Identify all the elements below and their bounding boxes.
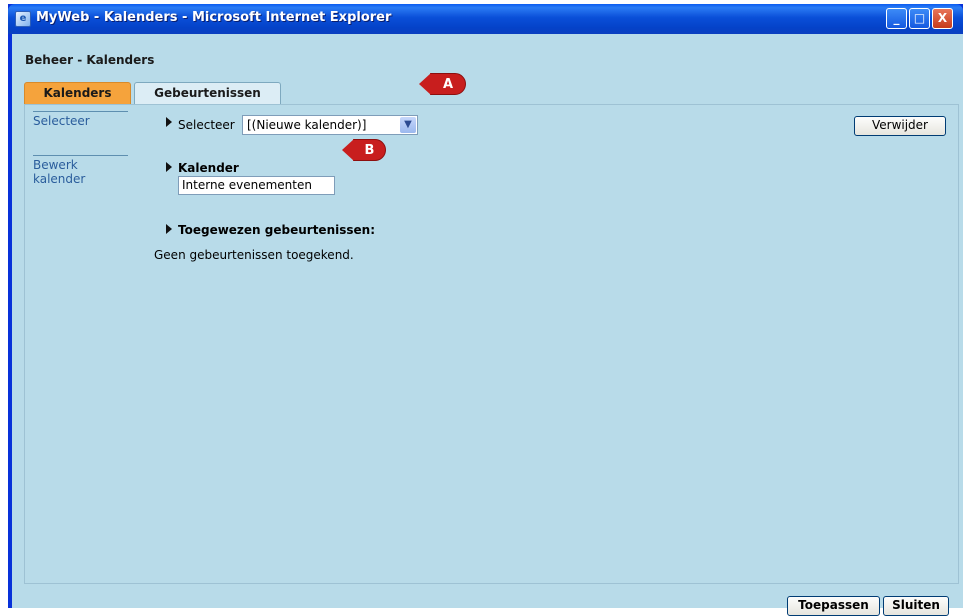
browser-window: e MyWeb - Kalenders - Microsoft Internet…: [8, 4, 963, 616]
selecteer-label: Selecteer: [178, 118, 235, 132]
triangle-right-icon: [166, 162, 172, 172]
nav-divider: [33, 111, 128, 112]
triangle-right-icon: [166, 224, 172, 234]
window-title: MyWeb - Kalenders - Microsoft Internet E…: [36, 10, 392, 25]
calendar-name-input[interactable]: Interne evenementen: [178, 176, 335, 195]
calendar-select-value: [(Nieuwe kalender)]: [247, 118, 367, 132]
chevron-down-icon[interactable]: ▼: [400, 117, 416, 133]
minimize-button[interactable]: _: [886, 8, 907, 29]
toepassen-button[interactable]: Toepassen: [787, 596, 880, 616]
tab-kalenders[interactable]: Kalenders: [24, 82, 131, 104]
verwijder-button[interactable]: Verwijder: [854, 116, 946, 136]
page-title: Beheer - Kalenders: [25, 53, 155, 67]
sidebar-item-selecteer[interactable]: Selecteer: [33, 114, 90, 128]
no-events-message: Geen gebeurtenissen toegekend.: [154, 248, 354, 262]
title-bar[interactable]: e MyWeb - Kalenders - Microsoft Internet…: [8, 4, 963, 34]
callout-marker-a: A: [419, 73, 466, 95]
sluiten-button[interactable]: Sluiten: [883, 596, 949, 616]
nav-divider: [33, 155, 128, 156]
maximize-button[interactable]: □: [909, 8, 930, 29]
assigned-events-title: Toegewezen gebeurtenissen:: [178, 223, 375, 237]
triangle-right-icon: [166, 117, 172, 127]
page-content: Beheer - Kalenders Kalenders Gebeurtenis…: [12, 34, 963, 616]
ie-page-icon: e: [15, 11, 31, 27]
kalender-title: Kalender: [178, 161, 239, 175]
sidebar-item-bewerk-kalender[interactable]: Bewerk kalender: [33, 158, 113, 186]
tab-panel: Selecteer Bewerk kalender Selecteer [(Ni…: [24, 104, 959, 584]
close-button[interactable]: X: [932, 8, 953, 29]
tab-gebeurtenissen[interactable]: Gebeurtenissen: [134, 82, 281, 104]
calendar-select[interactable]: [(Nieuwe kalender)] ▼: [242, 115, 418, 135]
callout-marker-b: B: [342, 139, 386, 161]
